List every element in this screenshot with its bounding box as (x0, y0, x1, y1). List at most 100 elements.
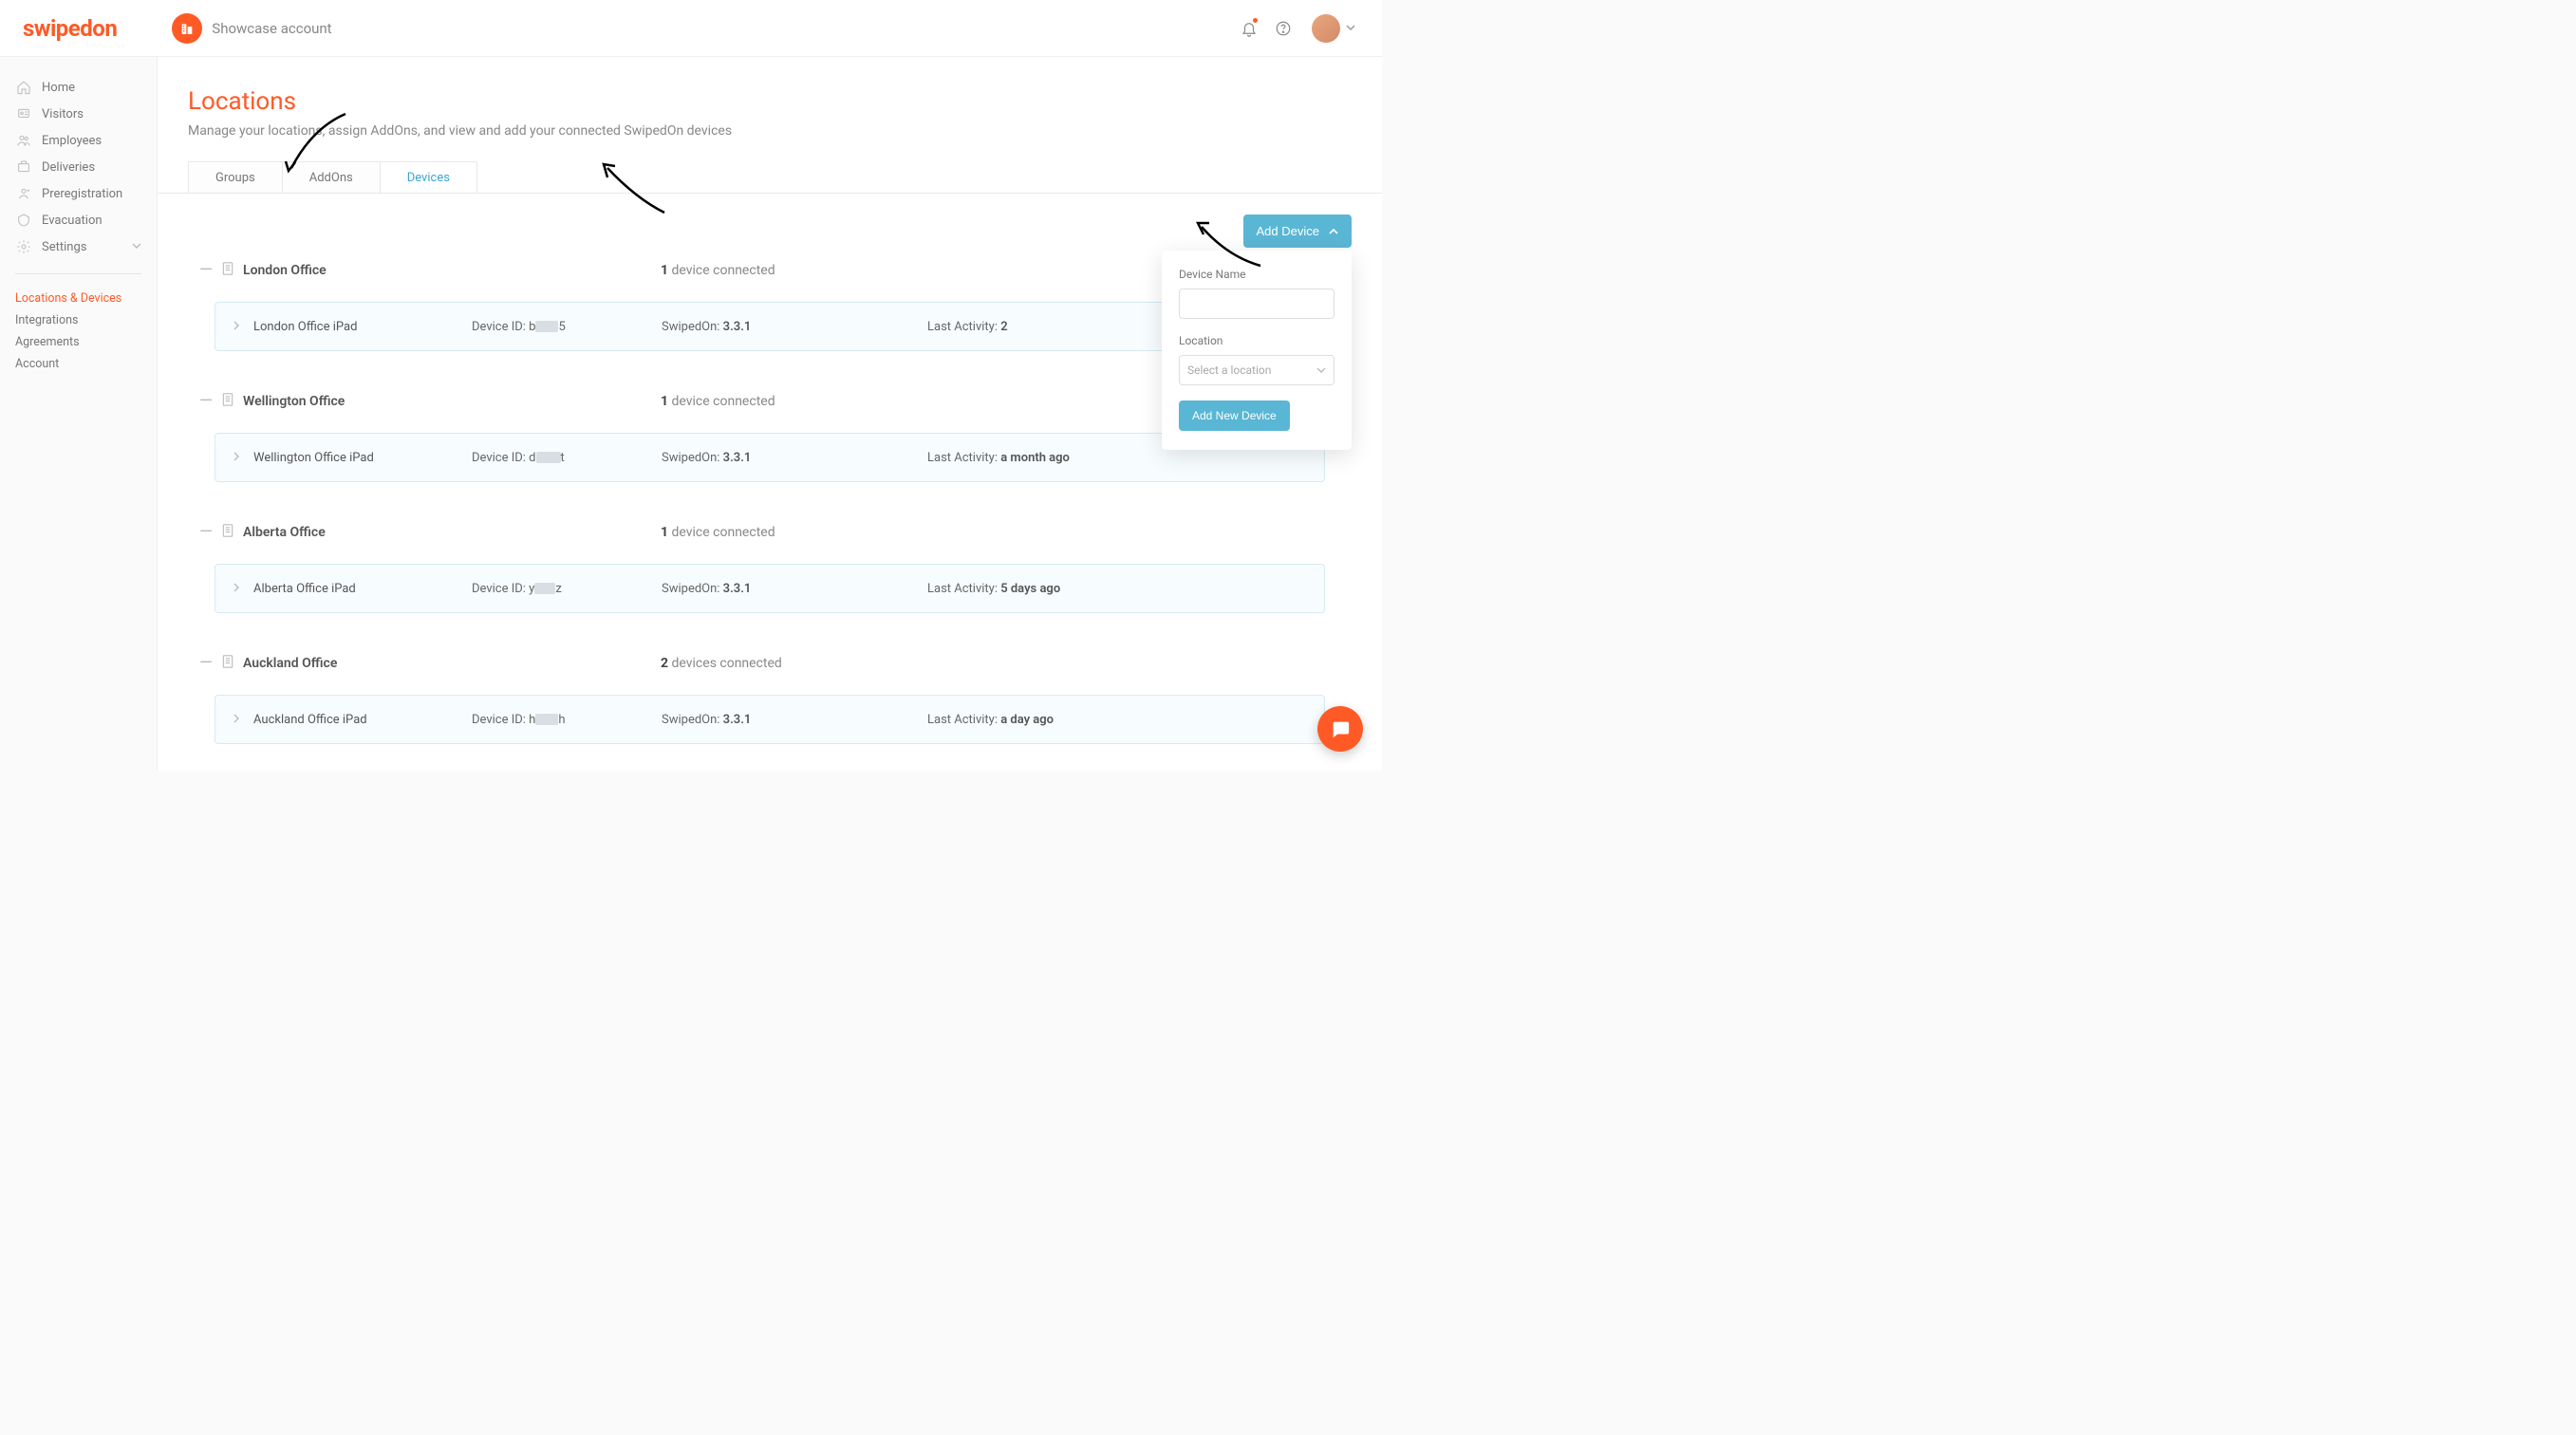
main: Locations Manage your locations, assign … (158, 57, 1382, 771)
device-id: Device ID: b5 (472, 320, 652, 334)
device-count: 1 device connected (661, 263, 775, 278)
device-name-input[interactable] (1179, 289, 1335, 319)
device-id: Device ID: dt (472, 451, 652, 465)
nav-label: Preregistration (42, 187, 122, 201)
tab-addons[interactable]: AddOns (283, 161, 381, 193)
nav-icon (15, 158, 32, 176)
location-name: London Office (243, 263, 651, 278)
location-header[interactable]: — Alberta Office 1 device connected (188, 518, 1352, 547)
subnav-account[interactable]: Account (0, 353, 157, 375)
device-row[interactable]: Wellington Office iPadDevice ID: dtSwipe… (215, 433, 1325, 482)
device-name: Wellington Office iPad (253, 451, 462, 465)
notifications-button[interactable] (1232, 11, 1266, 46)
location-select[interactable]: Select a location (1179, 355, 1335, 385)
building-icon (222, 262, 233, 279)
account-badge[interactable]: Showcase account (172, 13, 331, 44)
nav-label: Visitors (42, 107, 84, 121)
chevron-down-icon (132, 240, 141, 254)
chevron-right-icon (233, 582, 244, 596)
chevron-right-icon (233, 451, 244, 465)
device-name: London Office iPad (253, 320, 462, 334)
device-count: 1 device connected (661, 394, 775, 409)
building-icon (222, 393, 233, 410)
user-menu[interactable] (1300, 11, 1359, 46)
location-header[interactable]: — Auckland Office 2 devices connected (188, 649, 1352, 678)
device-version: SwipedOn: 3.3.1 (662, 320, 918, 334)
tabs: GroupsAddOnsDevices (158, 161, 1382, 194)
nav-icon (15, 79, 32, 96)
collapse-icon[interactable]: — (199, 393, 213, 410)
device-id: Device ID: yz (472, 582, 652, 596)
collapse-icon[interactable]: — (199, 655, 213, 672)
nav-label: Evacuation (42, 214, 103, 228)
subnav-locations-devices[interactable]: Locations & Devices (0, 288, 157, 309)
nav-icon (15, 185, 32, 202)
tab-devices[interactable]: Devices (381, 161, 477, 193)
account-name: Showcase account (212, 20, 331, 37)
avatar (1312, 14, 1340, 43)
device-activity: Last Activity: 2 (927, 320, 1008, 334)
device-activity: Last Activity: a day ago (927, 713, 1054, 727)
device-row[interactable]: Auckland Office iPadDevice ID: hhSwipedO… (215, 695, 1325, 744)
subnav-integrations[interactable]: Integrations (0, 309, 157, 331)
nav-icon (15, 132, 32, 149)
collapse-icon[interactable]: — (199, 262, 213, 279)
nav-home[interactable]: Home (0, 74, 157, 101)
device-activity: Last Activity: 5 days ago (927, 582, 1060, 596)
nav-evacuation[interactable]: Evacuation (0, 207, 157, 233)
nav-label: Deliveries (42, 160, 95, 175)
nav-icon (15, 238, 32, 255)
divider (15, 273, 141, 274)
device-version: SwipedOn: 3.3.1 (662, 713, 918, 727)
device-name: Auckland Office iPad (253, 713, 462, 727)
add-device-popover: Device Name Location Select a location A… (1162, 251, 1352, 450)
collapse-icon[interactable]: — (199, 524, 213, 541)
add-device-label: Add Device (1257, 224, 1319, 238)
nav-settings[interactable]: Settings (0, 233, 157, 260)
location-placeholder: Select a location (1187, 363, 1271, 377)
sidebar: Home Visitors Employees Deliveries Preregist… (0, 57, 158, 771)
device-row[interactable]: London Office iPad Device ID: b5 SwipedOn:… (215, 302, 1325, 351)
nav-icon (15, 105, 32, 122)
content-area: Add Device Device Name Location Select a… (158, 194, 1382, 744)
tab-groups[interactable]: Groups (188, 161, 283, 193)
device-count: 1 device connected (661, 525, 775, 540)
chevron-down-icon (1316, 365, 1326, 375)
location-name: Wellington Office (243, 394, 651, 409)
subnav-agreements[interactable]: Agreements (0, 331, 157, 353)
device-count: 2 devices connected (661, 656, 782, 671)
device-name: Alberta Office iPad (253, 582, 462, 596)
location-name: Alberta Office (243, 525, 651, 540)
location-label: Location (1179, 334, 1335, 347)
chevron-up-icon (1329, 227, 1338, 236)
location-block: — Alberta Office 1 device connected Alberta… (188, 518, 1352, 613)
nav-label: Employees (42, 134, 102, 148)
notification-dot-icon (1252, 17, 1259, 24)
chevron-right-icon (233, 320, 244, 334)
chat-icon (1330, 718, 1351, 739)
device-row[interactable]: Alberta Office iPad Device ID: yz SwipedOn… (215, 564, 1325, 613)
chat-button[interactable] (1317, 706, 1363, 752)
nav-label: Home (42, 81, 75, 95)
nav-deliveries[interactable]: Deliveries (0, 154, 157, 180)
add-new-device-button[interactable]: Add New Device (1179, 401, 1290, 431)
brand-logo: swipedon (23, 15, 117, 42)
location-name: Auckland Office (243, 656, 651, 671)
nav-visitors[interactable]: Visitors (0, 101, 157, 127)
nav-label: Settings (42, 240, 86, 254)
page-title: Locations (158, 87, 1382, 116)
nav-preregistration[interactable]: Preregistration (0, 180, 157, 207)
device-version: SwipedOn: 3.3.1 (662, 582, 918, 596)
help-button[interactable] (1266, 11, 1300, 46)
location-block: — Auckland Office 2 devices connected Auckl… (188, 649, 1352, 744)
device-name-label: Device Name (1179, 268, 1335, 281)
add-device-button[interactable]: Add Device (1243, 214, 1352, 248)
building-icon (222, 655, 233, 672)
nav-employees[interactable]: Employees (0, 127, 157, 154)
chevron-down-icon (1346, 21, 1355, 36)
building-icon (222, 524, 233, 541)
page-subtitle: Manage your locations, assign AddOns, an… (158, 123, 1382, 139)
nav-icon (15, 212, 32, 229)
header: swipedon Showcase account (0, 0, 1382, 57)
building-icon (172, 13, 202, 44)
